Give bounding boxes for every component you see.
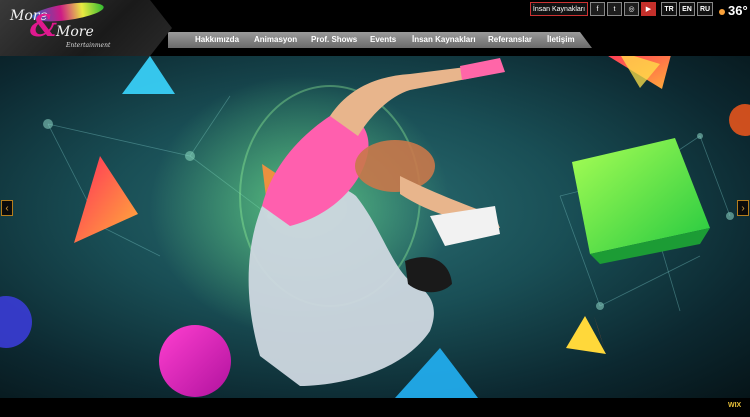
nav-item-iletisim[interactable]: İletişim — [547, 35, 575, 44]
blue-circle — [0, 296, 32, 348]
cyan-triangle — [122, 56, 175, 94]
pink-circle — [159, 325, 231, 397]
top-bar: More & More Entertainment İnsan Kaynakla… — [0, 0, 750, 56]
lang-ru[interactable]: RU — [697, 2, 713, 16]
facebook-icon[interactable]: f — [590, 2, 605, 16]
slider-next-button[interactable]: › — [737, 200, 749, 216]
hero-artwork — [0, 56, 750, 398]
main-nav: Hakkımızda Animasyon Prof. Shows Events … — [168, 32, 750, 48]
sun-icon — [719, 9, 725, 15]
twitter-icon[interactable]: t — [607, 2, 622, 16]
lang-tr[interactable]: TR — [661, 2, 677, 16]
instagram-icon[interactable]: ◎ — [624, 2, 639, 16]
blue-triangle-bottom — [395, 348, 478, 398]
wix-badge[interactable]: WIX — [728, 402, 741, 409]
nav-item-referanslar[interactable]: Referanslar — [488, 35, 532, 44]
red-triangle-left — [74, 156, 138, 243]
nav-item-events[interactable]: Events — [370, 35, 396, 44]
slider-prev-button[interactable]: ‹ — [1, 200, 13, 216]
hr-link[interactable]: İnsan Kaynakları — [530, 2, 588, 16]
nav-item-animasyon[interactable]: Animasyon — [254, 35, 297, 44]
orange-circle — [729, 104, 750, 136]
weather-temp: 36° — [728, 3, 748, 18]
top-tools: İnsan Kaynakları f t ◎ ▶ TR EN RU 36° — [0, 2, 750, 18]
youtube-icon[interactable]: ▶ — [641, 2, 656, 16]
footer-bar: WIX — [0, 398, 750, 417]
nav-tail — [592, 32, 750, 48]
nav-item-prof-shows[interactable]: Prof. Shows — [311, 35, 357, 44]
nav-item-hakkimizda[interactable]: Hakkımızda — [195, 35, 239, 44]
hero-slider[interactable] — [0, 56, 750, 398]
lang-en[interactable]: EN — [679, 2, 695, 16]
logo-subtitle: Entertainment — [66, 42, 111, 49]
logo-text-more-2: More — [56, 24, 94, 40]
nav-item-insan-kaynaklari[interactable]: İnsan Kaynakları — [412, 35, 476, 44]
